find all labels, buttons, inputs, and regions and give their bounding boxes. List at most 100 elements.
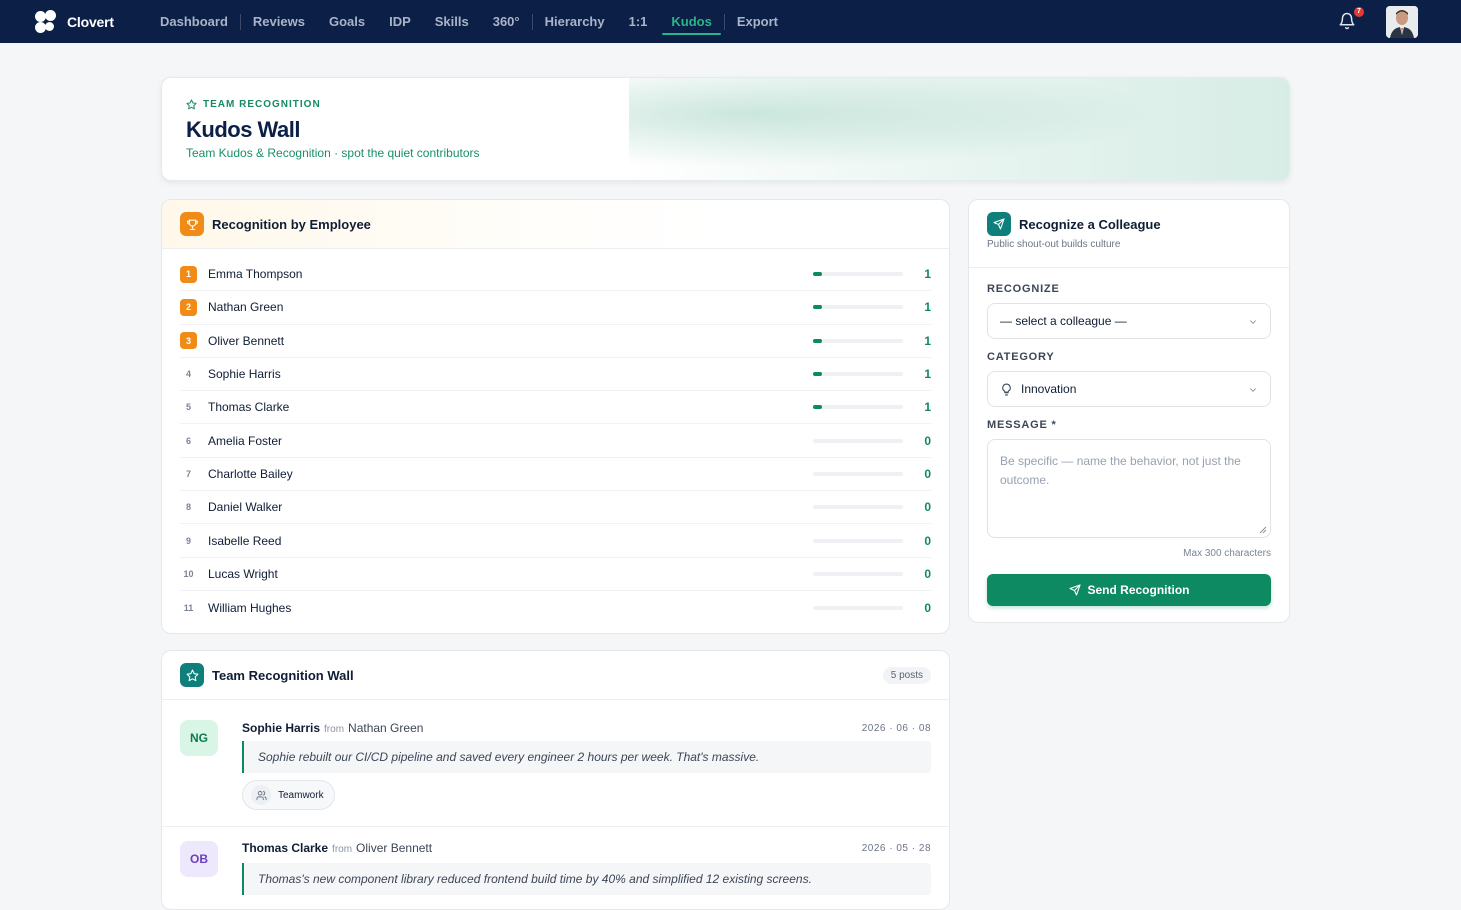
recognition-count: 0 (924, 600, 931, 615)
clover-logo-icon (35, 9, 57, 34)
avatar: NG (180, 720, 218, 756)
post-recipient[interactable]: Sophie Harris (242, 721, 320, 735)
rank-badge: 10 (183, 568, 194, 579)
send-recognition-label: Send Recognition (1087, 583, 1190, 597)
send-icon (987, 212, 1011, 236)
users-icon (251, 785, 271, 805)
banner-decoration (629, 78, 1289, 180)
top-navbar: Clovert Dashboard Reviews Goals IDP Skil… (0, 0, 1461, 43)
post-recipient[interactable]: Thomas Clarke (242, 841, 328, 855)
from-word: from (332, 844, 353, 855)
nav-goals[interactable]: Goals (317, 0, 377, 43)
employee-row[interactable]: 7 Charlotte Bailey 0 (180, 458, 931, 492)
message-textarea[interactable]: Be specific — name the behavior, not jus… (987, 439, 1271, 538)
employee-row[interactable]: 3 Oliver Bennett 1 (180, 325, 931, 358)
page-header-banner: TEAM RECOGNITION Kudos Wall Team Kudos &… (161, 77, 1290, 181)
category-select-value: Innovation (1021, 382, 1077, 396)
trophy-icon (180, 212, 204, 236)
employee-ranking-list: 1 Emma Thompson 1 2 Nathan Green 1 3 Oliver Ben… (162, 249, 949, 624)
colleague-select[interactable]: — select a colleague — (987, 303, 1271, 339)
employee-row[interactable]: 4 Sophie Harris 1 (180, 358, 931, 392)
recognition-by-employee-card: Recognition by Employee 1 Emma Thompson 1 2… (161, 199, 950, 634)
team-recognition-wall-card: Team Recognition Wall 5 posts NG 2026 · … (161, 650, 950, 910)
category-label: CATEGORY (987, 351, 1055, 363)
star-icon (186, 99, 197, 110)
post-date: 2026 · 05 · 28 (861, 843, 931, 854)
employee-row[interactable]: 11 William Hughes 0 (180, 591, 931, 624)
rank-badge: 2 (180, 298, 197, 316)
nav-export[interactable]: Export (725, 0, 790, 43)
card-title: Recognition by Employee (212, 216, 371, 232)
send-icon (1068, 584, 1081, 596)
recognition-progress-bar (813, 272, 903, 277)
recognition-progress-bar (813, 538, 903, 543)
notifications-bell-icon[interactable]: 7 (1338, 6, 1364, 32)
posts-count-badge: 5 posts (882, 667, 931, 684)
recognition-post: OB 2026 · 05 · 28 Thomas Clarke from Oli… (162, 827, 949, 909)
main-nav: Dashboard Reviews Goals IDP Skills 360° … (148, 0, 790, 43)
employee-row[interactable]: 9 Isabelle Reed 0 (180, 524, 931, 558)
lightbulb-icon (1002, 383, 1011, 395)
progress-fill (813, 272, 822, 277)
nav-360[interactable]: 360° (481, 0, 532, 43)
card-title: Team Recognition Wall (212, 667, 354, 683)
recognition-count: 1 (924, 367, 931, 382)
card-subtitle: Public shout-out builds culture (987, 239, 1121, 250)
chevron-down-icon (1250, 320, 1256, 324)
colleague-select-value: — select a colleague — (1000, 314, 1127, 328)
message-label: MESSAGE * (987, 419, 1057, 431)
card-title: Recognize a Colleague (1019, 216, 1161, 232)
category-tag-label: Teamwork (278, 789, 324, 801)
post-message: Thomas's new component library reduced f… (242, 863, 931, 895)
card-header: Recognize a Colleague Public shout-out b… (969, 200, 1289, 268)
max-characters-hint: Max 300 characters (1183, 548, 1271, 559)
rank-badge: 8 (185, 502, 191, 513)
recognition-progress-bar (813, 305, 903, 310)
recognition-progress-bar (813, 571, 903, 576)
page-eyebrow: TEAM RECOGNITION (186, 99, 321, 110)
recognition-count: 0 (924, 433, 931, 448)
star-icon (180, 663, 204, 687)
employee-row[interactable]: 1 Emma Thompson 1 (180, 258, 931, 292)
recognition-count: 0 (924, 466, 931, 481)
rank-badge: 5 (185, 402, 191, 413)
nav-kudos[interactable]: Kudos (659, 0, 723, 43)
recognize-colleague-card: Recognize a Colleague Public shout-out b… (968, 199, 1290, 623)
rank-badge: 6 (185, 435, 191, 446)
brand[interactable]: Clovert (35, 9, 148, 34)
nav-skills[interactable]: Skills (423, 0, 481, 43)
recognize-label: RECOGNIZE (987, 283, 1060, 295)
employee-row[interactable]: 5 Thomas Clarke 1 (180, 391, 931, 425)
rank-badge: 4 (185, 369, 191, 380)
nav-dashboard[interactable]: Dashboard (148, 0, 240, 43)
recognition-progress-bar (813, 438, 903, 443)
rank-badge: 11 (183, 602, 194, 613)
employee-row[interactable]: 8 Daniel Walker 0 (180, 491, 931, 525)
rank-badge: 1 (180, 265, 197, 283)
rank-badge: 7 (185, 468, 191, 479)
recognition-progress-bar (813, 505, 903, 510)
employee-row[interactable]: 6 Amelia Foster 0 (180, 424, 931, 458)
nav-reviews[interactable]: Reviews (241, 0, 317, 43)
recognition-progress-bar (813, 471, 903, 476)
nav-one-on-one[interactable]: 1:1 (617, 0, 660, 43)
employee-row[interactable]: 2 Nathan Green 1 (180, 291, 931, 325)
category-select[interactable]: Innovation (987, 371, 1271, 407)
avatar: OB (180, 841, 218, 877)
progress-fill (813, 405, 822, 410)
progress-fill (813, 305, 822, 310)
user-avatar[interactable] (1386, 5, 1418, 38)
employee-row[interactable]: 10 Lucas Wright 0 (180, 558, 931, 591)
post-date: 2026 · 06 · 08 (861, 723, 931, 734)
recognition-count: 1 (924, 400, 931, 415)
resize-handle-icon[interactable] (1259, 526, 1267, 534)
post-sender[interactable]: Oliver Bennett (356, 841, 432, 855)
rank-badge: 3 (180, 332, 197, 350)
nav-hierarchy[interactable]: Hierarchy (533, 0, 617, 43)
post-sender[interactable]: Nathan Green (348, 721, 423, 735)
nav-idp[interactable]: IDP (377, 0, 423, 43)
notification-count-badge: 7 (1354, 6, 1364, 17)
send-recognition-button[interactable]: Send Recognition (987, 574, 1271, 606)
message-placeholder: Be specific — name the behavior, not jus… (1000, 454, 1241, 487)
category-tag: Teamwork (242, 780, 335, 810)
